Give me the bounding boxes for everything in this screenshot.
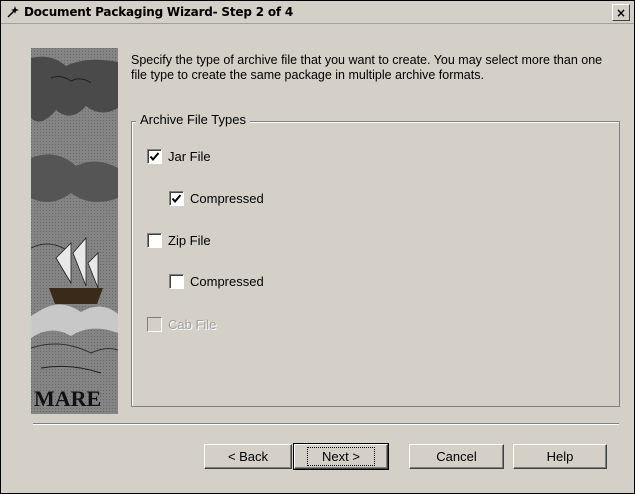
zip-compressed-label: Compressed	[190, 274, 264, 289]
zip-file-label: Zip File	[168, 233, 211, 248]
jar-compressed-label: Compressed	[190, 191, 264, 206]
help-button-label: Help	[546, 449, 574, 464]
cancel-button[interactable]: Cancel	[409, 444, 504, 469]
cancel-button-label: Cancel	[436, 449, 477, 464]
jar-file-option[interactable]: Jar File	[147, 149, 211, 164]
next-button-label: Next >	[307, 447, 375, 466]
next-button[interactable]: Next >	[293, 443, 389, 470]
map-caption: MARE	[34, 386, 101, 411]
back-button-label: < Back	[227, 449, 269, 464]
zip-compressed-checkbox[interactable]	[169, 274, 184, 289]
wizard-dialog: Document Packaging Wizard- Step 2 of 4 ×	[0, 0, 635, 494]
wizard-icon	[5, 4, 21, 20]
zip-compressed-option[interactable]: Compressed	[169, 274, 264, 289]
zip-file-checkbox[interactable]	[147, 233, 162, 248]
jar-compressed-option[interactable]: Compressed	[169, 191, 264, 206]
window-title: Document Packaging Wizard- Step 2 of 4	[24, 5, 294, 19]
back-button[interactable]: < Back	[204, 444, 292, 469]
checkmark-icon	[149, 152, 160, 162]
jar-compressed-checkbox[interactable]	[169, 191, 184, 206]
instructions-text: Specify the type of archive file that yo…	[131, 53, 603, 82]
cab-file-checkbox	[147, 317, 162, 332]
cab-file-option: Cab File	[147, 317, 216, 332]
map-illustration: MARE	[31, 48, 118, 414]
close-button[interactable]: ×	[612, 4, 630, 21]
help-button[interactable]: Help	[513, 444, 607, 469]
cab-file-label: Cab File	[168, 317, 217, 332]
jar-file-checkbox[interactable]	[147, 149, 162, 164]
checkmark-icon	[171, 194, 182, 204]
archive-types-legend: Archive File Types	[136, 112, 250, 127]
close-icon: ×	[615, 5, 627, 20]
button-separator	[33, 423, 619, 425]
zip-file-option[interactable]: Zip File	[147, 233, 211, 248]
title-bar: Document Packaging Wizard- Step 2 of 4 ×	[1, 1, 634, 24]
jar-file-label: Jar File	[168, 149, 211, 164]
